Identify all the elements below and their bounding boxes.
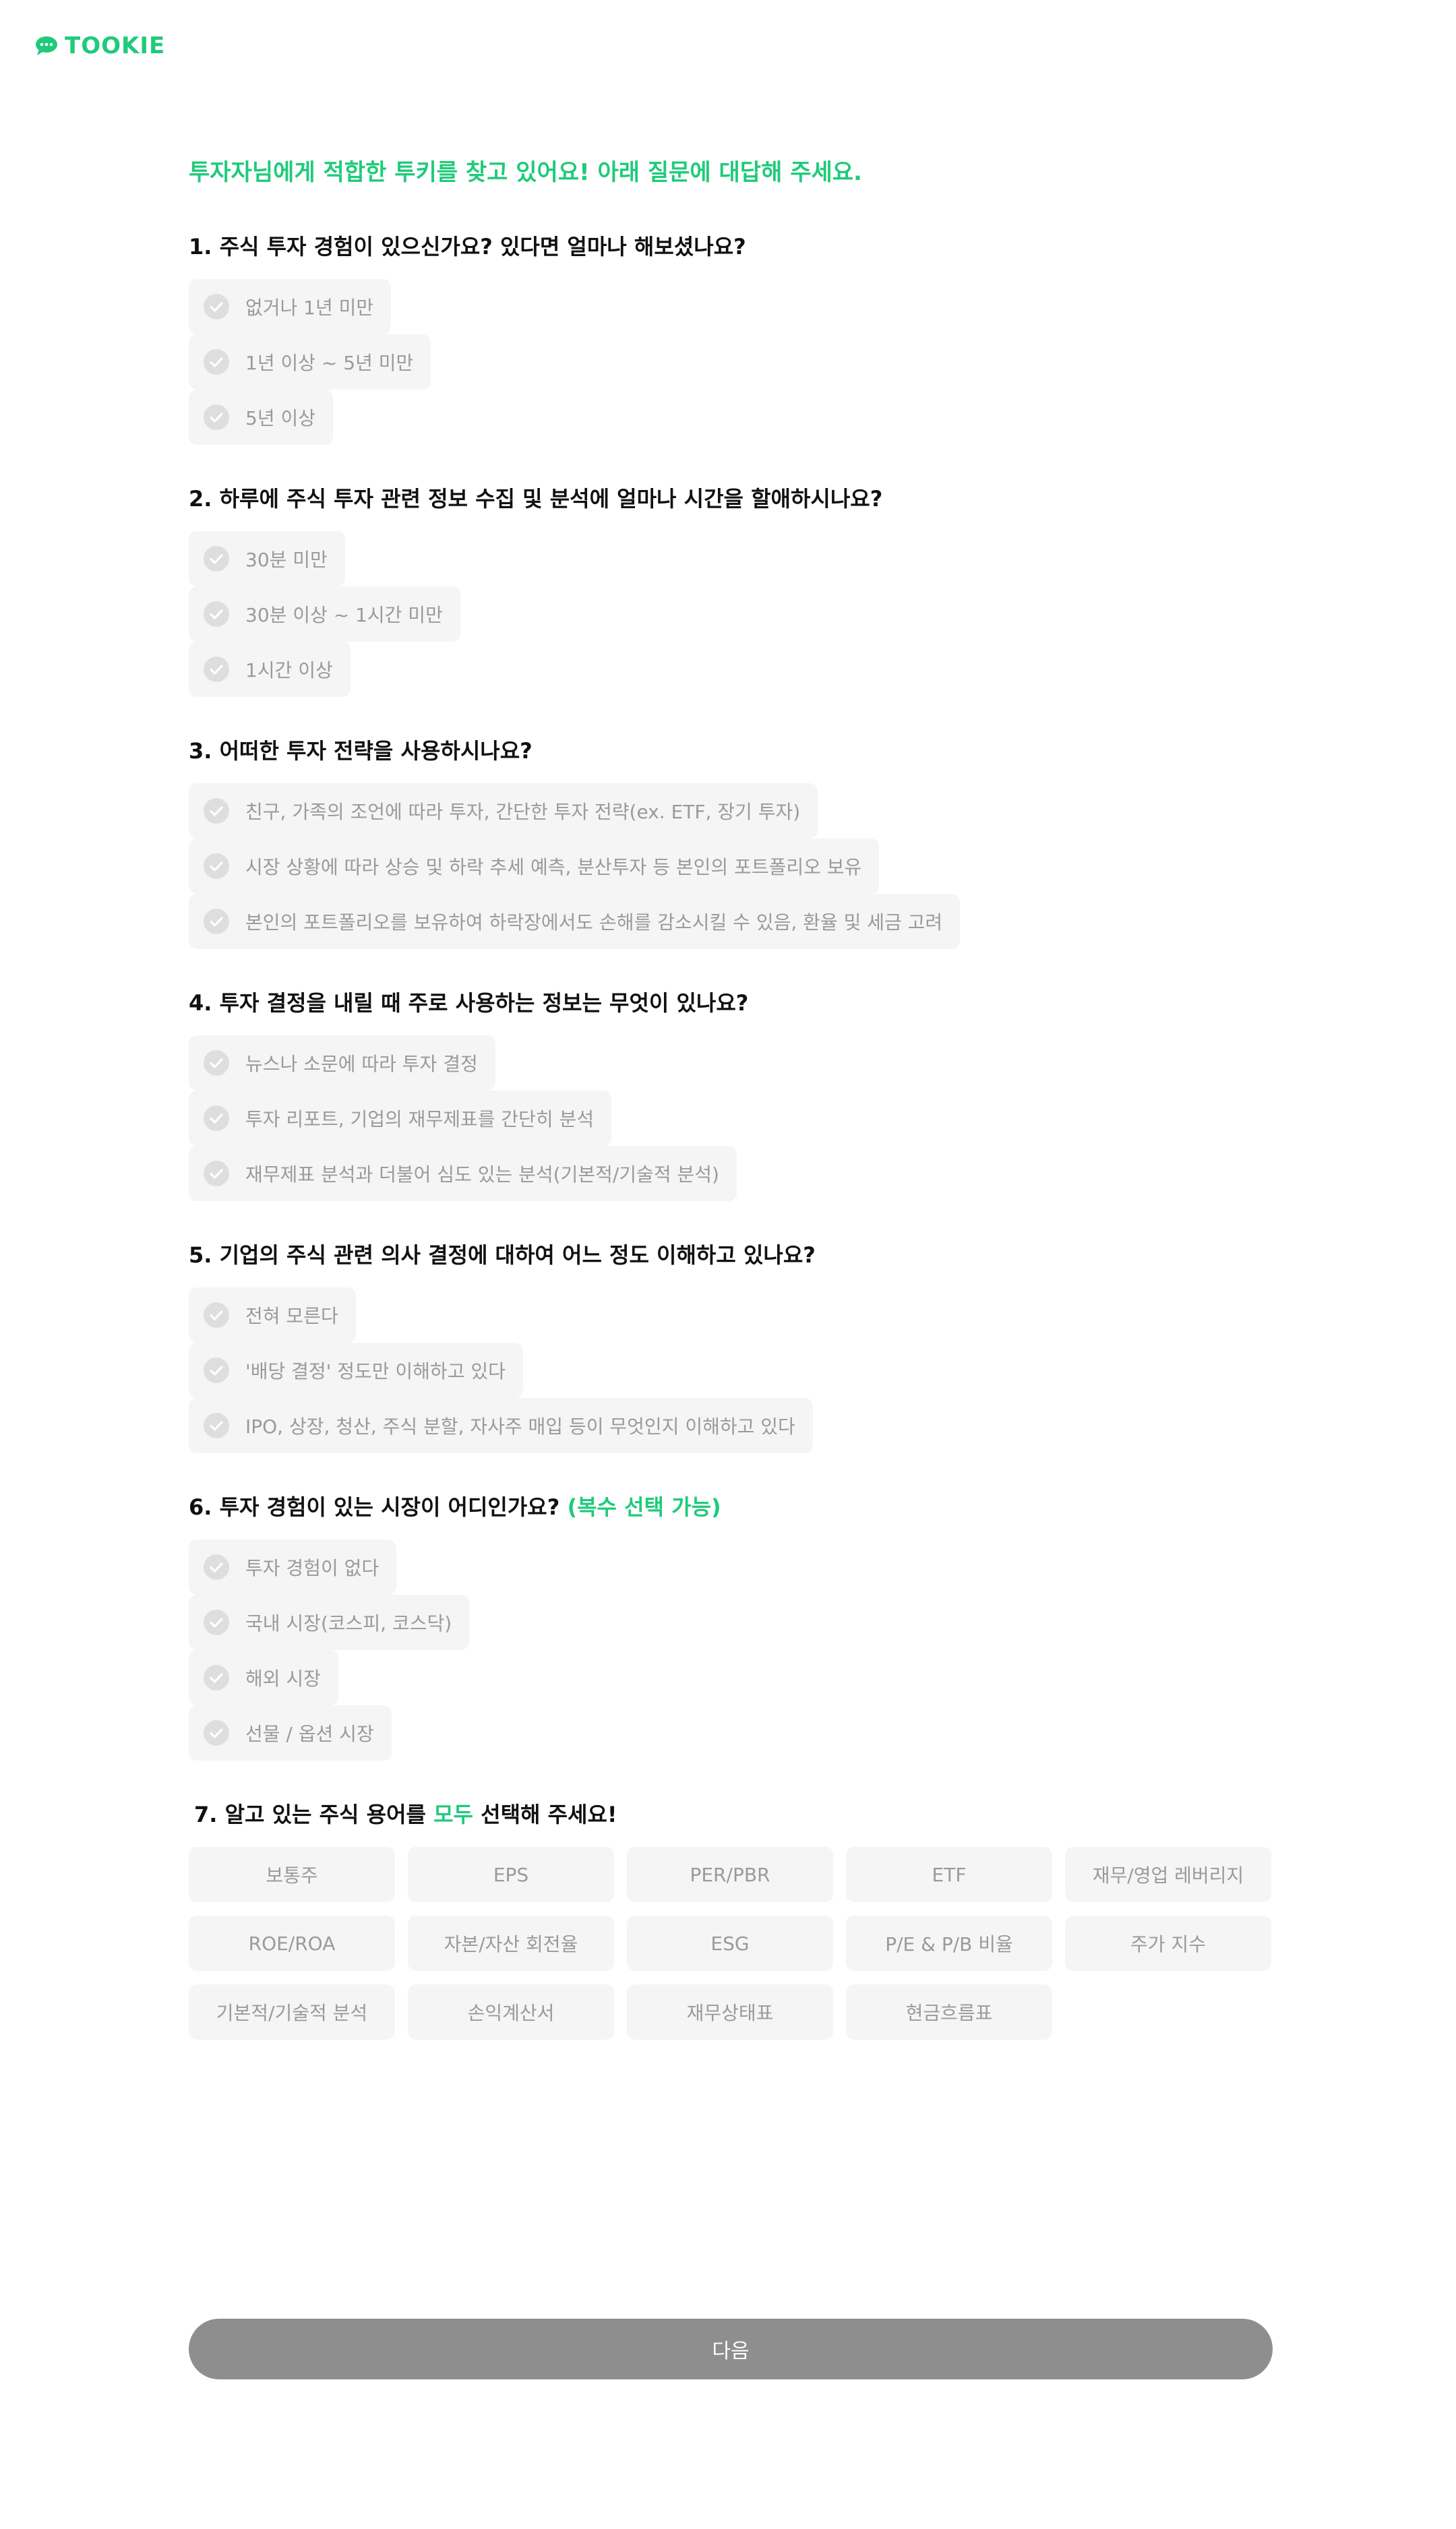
option-label: 5년 이상: [245, 407, 315, 429]
term-chip[interactable]: 보통주: [189, 1847, 395, 1902]
option-label: 투자 경험이 없다: [245, 1557, 380, 1579]
term-chip[interactable]: EPS: [408, 1847, 614, 1902]
option-label: 시장 상황에 따라 상승 및 하락 추세 예측, 분산투자 등 본인의 포트폴리…: [245, 856, 862, 878]
term-chip[interactable]: ETF: [846, 1847, 1052, 1902]
question-title: 6. 투자 경험이 있는 시장이 어디인가요? (복수 선택 가능): [189, 1492, 1273, 1522]
check-circle-icon: [204, 657, 229, 682]
option-item[interactable]: 30분 이상 ~ 1시간 미만: [189, 586, 460, 642]
check-circle-icon: [204, 1720, 229, 1746]
survey-form: 투자자님에게 적합한 투키를 찾고 있어요! 아래 질문에 대답해 주세요. 1…: [189, 156, 1273, 2079]
option-label: 1시간 이상: [245, 659, 333, 681]
term-chip[interactable]: PER/PBR: [627, 1847, 833, 1902]
option-item[interactable]: 국내 시장(코스피, 코스닥): [189, 1595, 470, 1650]
option-label: 없거나 1년 미만: [245, 297, 374, 319]
question-7: 7. 알고 있는 주식 용어를 모두 선택해 주세요! 보통주 EPS PER/…: [189, 1800, 1273, 2040]
intro-text: 투자자님에게 적합한 투키를 찾고 있어요! 아래 질문에 대답해 주세요.: [189, 159, 862, 186]
option-item[interactable]: 없거나 1년 미만: [189, 279, 392, 334]
option-item[interactable]: 친구, 가족의 조언에 따라 투자, 간단한 투자 전략(ex. ETF, 장기…: [189, 783, 818, 839]
option-item[interactable]: 시장 상황에 따라 상승 및 하락 추세 예측, 분산투자 등 본인의 포트폴리…: [189, 839, 880, 894]
option-label: 본인의 포트폴리오를 보유하여 하락장에서도 손해를 감소시킬 수 있음, 환율…: [245, 911, 943, 934]
check-circle-icon: [204, 404, 229, 430]
option-label: '배당 결정' 정도만 이해하고 있다: [245, 1360, 506, 1382]
question-6: 6. 투자 경험이 있는 시장이 어디인가요? (복수 선택 가능) 투자 경험…: [189, 1492, 1273, 1761]
question-title-accent: 모두: [433, 1802, 473, 1827]
multi-select-hint: (복수 선택 가능): [567, 1494, 721, 1520]
option-label: IPO, 상장, 청산, 주식 분할, 자사주 매입 등이 무엇인지 이해하고 …: [245, 1415, 795, 1438]
term-chip[interactable]: 주가 지수: [1065, 1916, 1271, 1971]
option-item[interactable]: 30분 미만: [189, 531, 345, 586]
option-label: 친구, 가족의 조언에 따라 투자, 간단한 투자 전략(ex. ETF, 장기…: [245, 801, 801, 823]
option-label: 1년 이상 ~ 5년 미만: [245, 352, 414, 374]
check-circle-icon: [204, 349, 229, 375]
check-circle-icon: [204, 1302, 229, 1328]
question-2: 2. 하루에 주식 투자 관련 정보 수집 및 분석에 얼마나 시간을 할애하시…: [189, 484, 1273, 697]
term-grid: 보통주 EPS PER/PBR ETF 재무/영업 레버리지 ROE/ROA 자…: [189, 1847, 1273, 2040]
option-item[interactable]: IPO, 상장, 청산, 주식 분할, 자사주 매입 등이 무엇인지 이해하고 …: [189, 1398, 813, 1453]
question-title: 4. 투자 결정을 내릴 때 주로 사용하는 정보는 무엇이 있나요?: [189, 990, 749, 1016]
option-item[interactable]: 본인의 포트폴리오를 보유하여 하락장에서도 손해를 감소시킬 수 있음, 환율…: [189, 894, 961, 949]
term-chip[interactable]: 재무상태표: [627, 1984, 833, 2040]
question-title-suffix: 선택해 주세요!: [473, 1802, 617, 1827]
check-circle-icon: [204, 853, 229, 879]
question-title: 5. 기업의 주식 관련 의사 결정에 대하여 어느 정도 이해하고 있나요?: [189, 1242, 816, 1268]
question-title: 2. 하루에 주식 투자 관련 정보 수집 및 분석에 얼마나 시간을 할애하시…: [189, 486, 883, 512]
option-item[interactable]: 해외 시장: [189, 1650, 338, 1705]
question-5: 5. 기업의 주식 관련 의사 결정에 대하여 어느 정도 이해하고 있나요? …: [189, 1240, 1273, 1453]
option-item[interactable]: '배당 결정' 정도만 이해하고 있다: [189, 1343, 523, 1398]
term-chip[interactable]: 손익계산서: [408, 1984, 614, 2040]
brand-name: TOOKIE: [65, 32, 166, 59]
next-button[interactable]: 다음: [189, 2319, 1273, 2379]
question-title: 1. 주식 투자 경험이 있으신가요? 있다면 얼마나 해보셨나요?: [189, 234, 746, 260]
check-circle-icon: [204, 798, 229, 824]
check-circle-icon: [204, 546, 229, 572]
option-label: 뉴스나 소문에 따라 투자 결정: [245, 1053, 478, 1075]
chat-bubble-icon: [36, 36, 57, 55]
check-circle-icon: [204, 1665, 229, 1690]
term-chip[interactable]: ROE/ROA: [189, 1916, 395, 1971]
option-item[interactable]: 투자 리포트, 기업의 재무제표를 간단히 분석: [189, 1091, 612, 1146]
option-item[interactable]: 뉴스나 소문에 따라 투자 결정: [189, 1035, 495, 1091]
option-label: 해외 시장: [245, 1668, 321, 1690]
option-item[interactable]: 5년 이상: [189, 390, 333, 445]
check-circle-icon: [204, 1358, 229, 1383]
check-circle-icon: [204, 1610, 229, 1635]
option-label: 재무제표 분석과 더불어 심도 있는 분석(기본적/기술적 분석): [245, 1163, 719, 1186]
question-title: 7. 알고 있는 주식 용어를 모두 선택해 주세요!: [189, 1800, 1273, 1829]
question-4: 4. 투자 결정을 내릴 때 주로 사용하는 정보는 무엇이 있나요? 뉴스나 …: [189, 988, 1273, 1201]
option-item[interactable]: 투자 경험이 없다: [189, 1540, 397, 1595]
question-title-prefix: 7. 알고 있는 주식 용어를: [194, 1802, 434, 1827]
question-3: 3. 어떠한 투자 전략을 사용하시나요? 친구, 가족의 조언에 따라 투자,…: [189, 736, 1273, 949]
question-title: 3. 어떠한 투자 전략을 사용하시나요?: [189, 738, 533, 764]
brand-logo[interactable]: TOOKIE: [35, 32, 165, 59]
option-label: 30분 미만: [245, 549, 328, 571]
check-circle-icon: [204, 1413, 229, 1438]
option-item[interactable]: 1시간 이상: [189, 642, 351, 697]
term-chip[interactable]: ESG: [627, 1916, 833, 1971]
question-title-text: 6. 투자 경험이 있는 시장이 어디인가요?: [189, 1494, 560, 1520]
term-chip[interactable]: 자본/자산 회전율: [408, 1916, 614, 1971]
question-1: 1. 주식 투자 경험이 있으신가요? 있다면 얼마나 해보셨나요? 없거나 1…: [189, 232, 1273, 445]
check-circle-icon: [204, 1554, 229, 1580]
check-circle-icon: [204, 601, 229, 627]
option-label: 30분 이상 ~ 1시간 미만: [245, 604, 443, 626]
check-circle-icon: [204, 1050, 229, 1076]
option-label: 전혀 모른다: [245, 1305, 338, 1327]
option-label: 국내 시장(코스피, 코스닥): [245, 1612, 452, 1635]
term-chip[interactable]: 현금흐름표: [846, 1984, 1052, 2040]
check-circle-icon: [204, 909, 229, 934]
option-item[interactable]: 재무제표 분석과 더불어 심도 있는 분석(기본적/기술적 분석): [189, 1146, 737, 1201]
check-circle-icon: [204, 1105, 229, 1131]
check-circle-icon: [204, 1161, 229, 1186]
check-circle-icon: [204, 294, 229, 319]
option-label: 투자 리포트, 기업의 재무제표를 간단히 분석: [245, 1108, 595, 1130]
option-item[interactable]: 1년 이상 ~ 5년 미만: [189, 334, 431, 390]
option-item[interactable]: 선물 / 옵션 시장: [189, 1705, 392, 1761]
option-label: 선물 / 옵션 시장: [245, 1723, 374, 1745]
option-item[interactable]: 전혀 모른다: [189, 1287, 356, 1343]
term-chip[interactable]: 재무/영업 레버리지: [1065, 1847, 1271, 1902]
term-chip[interactable]: P/E & P/B 비율: [846, 1916, 1052, 1971]
term-chip[interactable]: 기본적/기술적 분석: [189, 1984, 395, 2040]
